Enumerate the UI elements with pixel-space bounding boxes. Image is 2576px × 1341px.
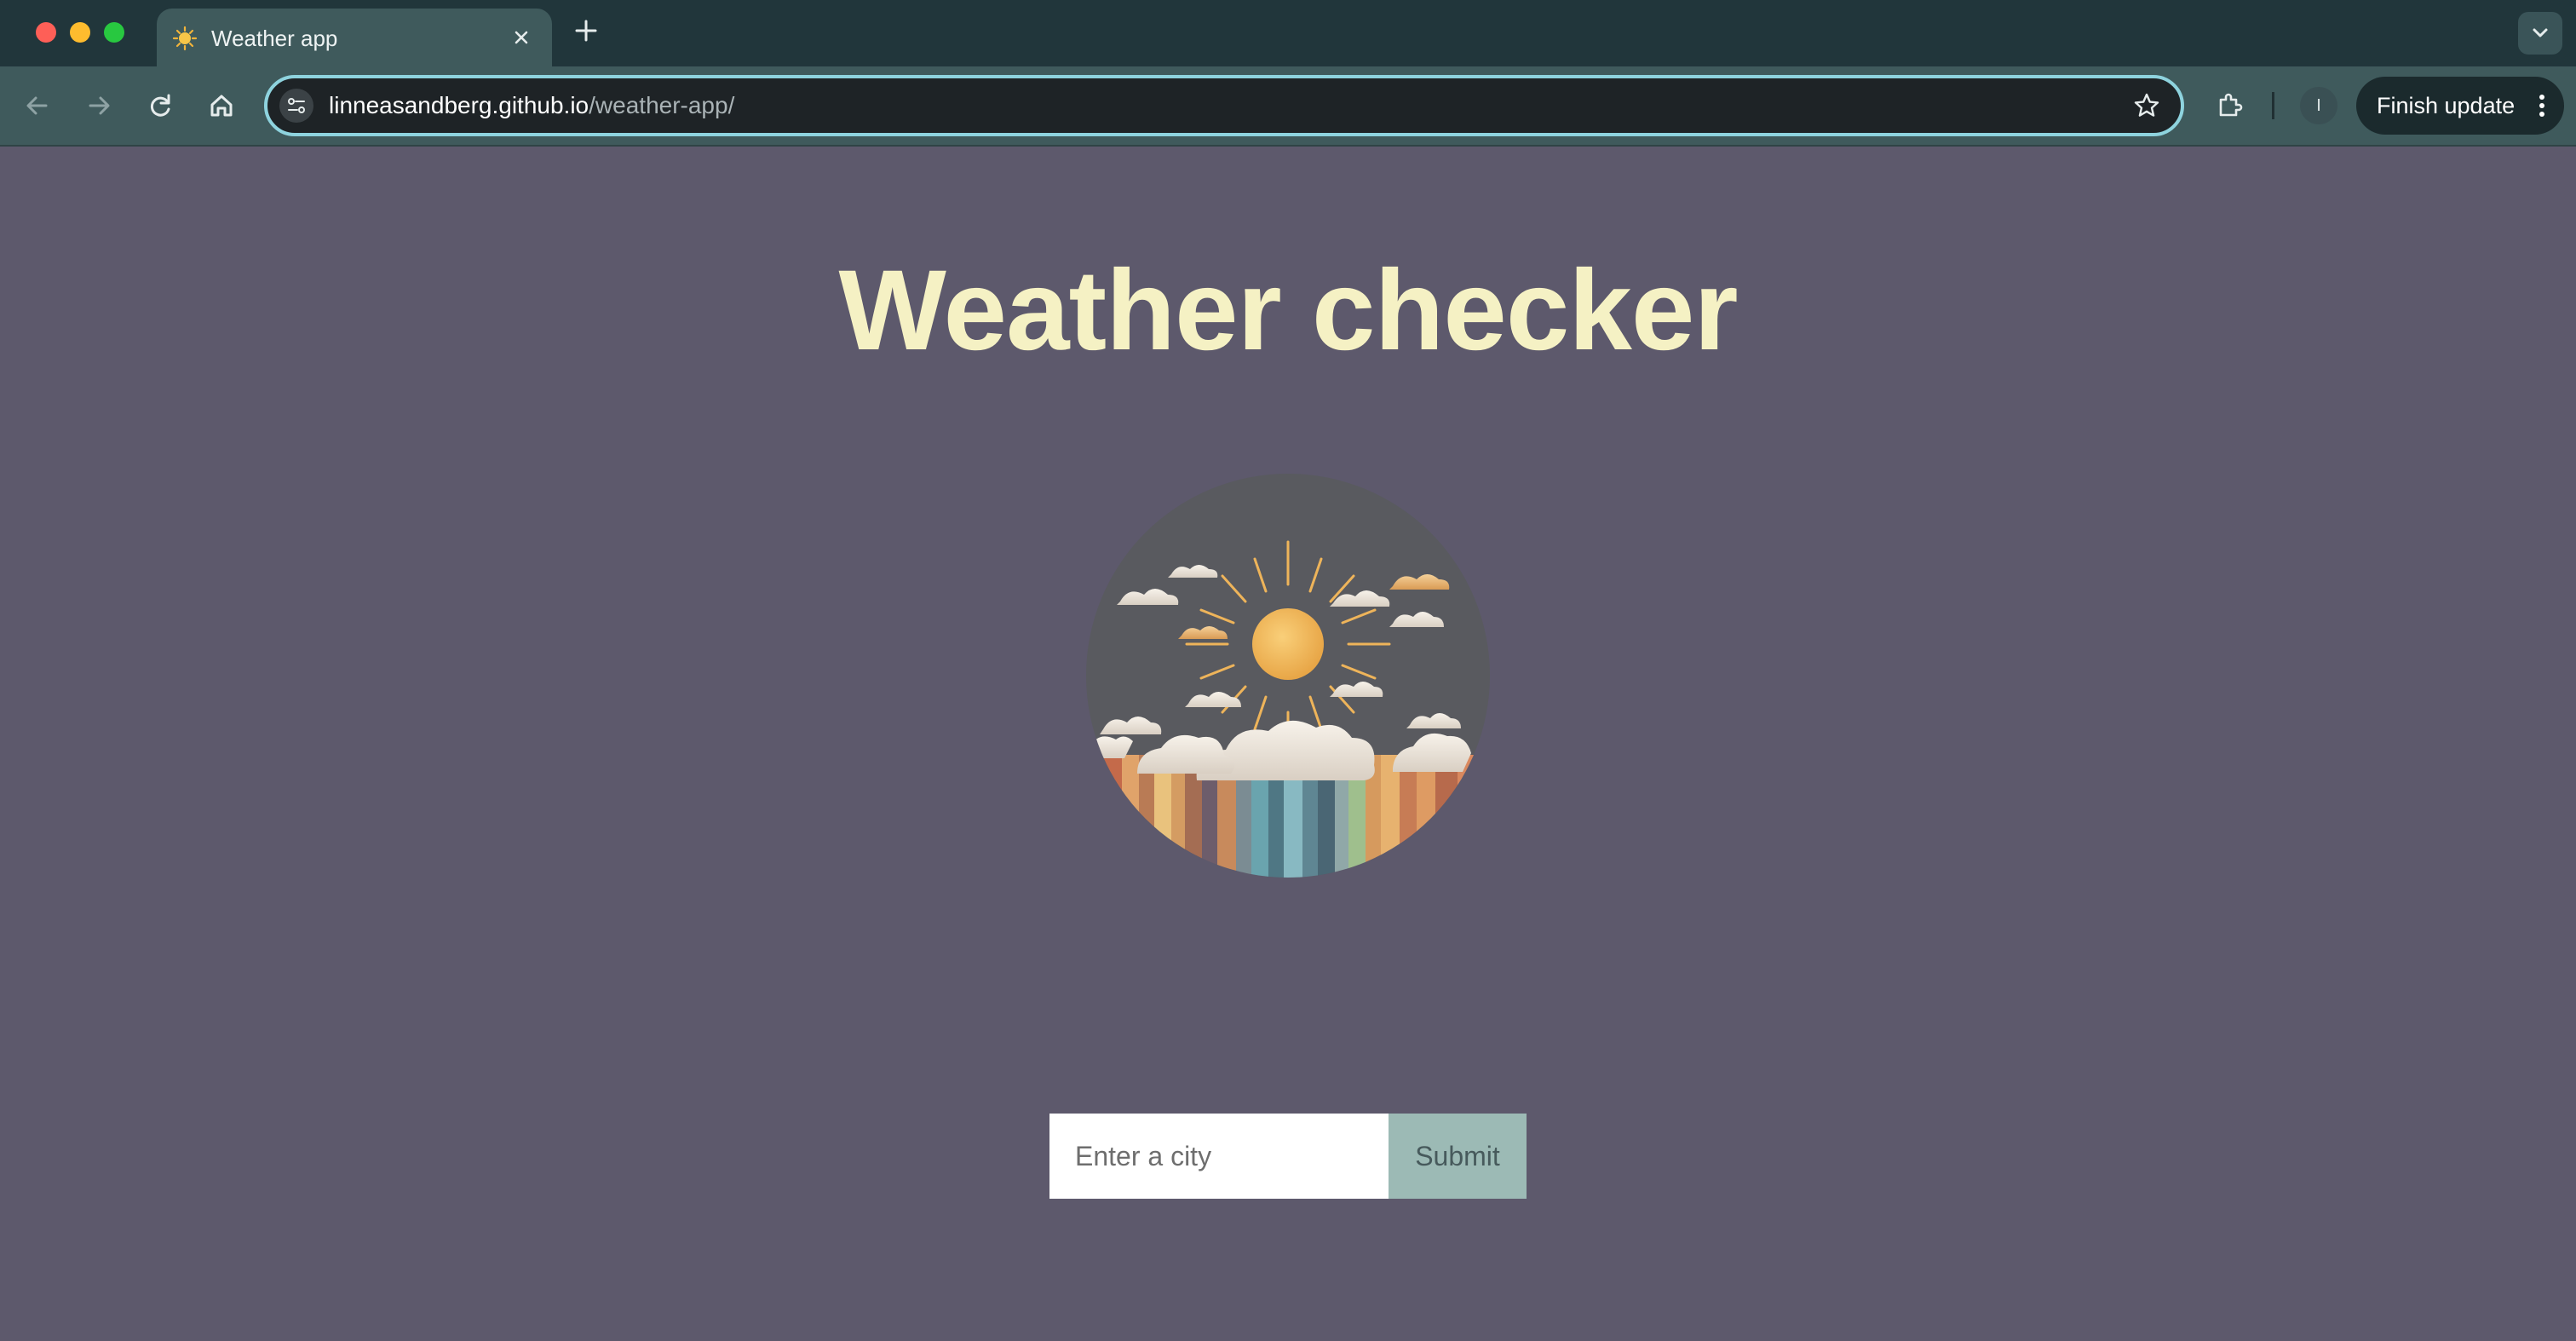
url-domain: linneasandberg.github.io — [329, 92, 589, 118]
city-search-form: Submit — [1049, 1114, 1527, 1199]
browser-toolbar: linneasandberg.github.io/weather-app/ I … — [0, 66, 2576, 145]
url-path: /weather-app/ — [589, 92, 735, 118]
home-icon[interactable] — [201, 85, 242, 126]
reload-icon[interactable] — [140, 85, 181, 126]
city-input[interactable] — [1049, 1114, 1389, 1199]
window-minimize-button[interactable] — [70, 22, 90, 43]
sun-and-clouds-illustration — [1086, 474, 1490, 878]
sun-icon — [172, 26, 198, 51]
chevron-down-icon — [2533, 28, 2548, 37]
profile-avatar[interactable]: I — [2300, 87, 2337, 124]
window-close-button[interactable] — [36, 22, 56, 43]
url-text[interactable]: linneasandberg.github.io/weather-app/ — [329, 92, 734, 119]
extensions-icon[interactable] — [2210, 85, 2251, 126]
page-content: Weather checker Enter a city Submit — [0, 147, 2576, 1341]
browser-titlebar: Weather app — [0, 0, 2576, 66]
arrow-right-icon[interactable] — [78, 85, 119, 126]
toolbar-divider — [2272, 92, 2274, 119]
arrow-left-icon[interactable] — [17, 85, 58, 126]
site-info-icon[interactable] — [279, 89, 313, 123]
submit-button[interactable]: Submit — [1389, 1114, 1527, 1199]
kebab-menu-icon — [2539, 95, 2544, 117]
plus-icon[interactable] — [571, 15, 601, 46]
finish-update-button[interactable]: Finish update — [2356, 77, 2564, 135]
finish-update-label: Finish update — [2377, 93, 2516, 118]
tab-search-button[interactable] — [2518, 12, 2562, 55]
page-title: Weather checker — [838, 247, 1738, 374]
browser-tab-active[interactable]: Weather app — [157, 9, 552, 66]
address-bar[interactable]: linneasandberg.github.io/weather-app/ — [264, 75, 2184, 136]
close-icon[interactable] — [508, 24, 535, 51]
tab-title: Weather app — [211, 26, 338, 51]
star-icon[interactable] — [2131, 90, 2162, 121]
window-zoom-button[interactable] — [104, 22, 124, 43]
